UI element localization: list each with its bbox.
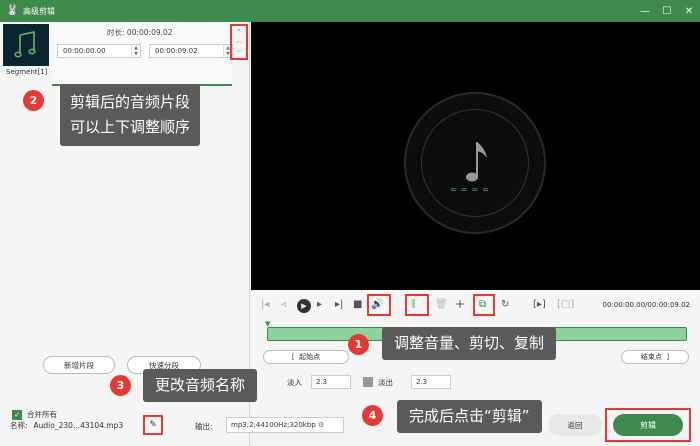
start-time-field[interactable]: 00:00:00.00 ▲ ▼: [57, 44, 141, 58]
minimize-icon[interactable]: —: [634, 0, 656, 22]
back-button[interactable]: 返回: [548, 414, 602, 436]
fade-out-label: 淡出: [378, 378, 393, 387]
step-forward-icon[interactable]: ▸: [317, 299, 322, 310]
annotation-badge-1: 1: [348, 334, 369, 355]
time-display: 00:00:00.00/00:00:09.02: [602, 301, 691, 309]
fade-in-label: 淡入: [287, 378, 302, 387]
name-value: Audio_230...43104.mp3: [33, 421, 124, 430]
end-point-button[interactable]: 结束点 ]: [621, 350, 689, 364]
copy-icon[interactable]: ⧉: [479, 299, 486, 310]
output-label: 输出:: [195, 422, 213, 431]
annotation-badge-3: 3: [110, 375, 131, 396]
skip-start-icon[interactable]: |◂: [261, 299, 269, 310]
output-format-field[interactable]: mp3;2;44100Hz;320kbp ⚙: [226, 417, 344, 433]
delete-segment-icon[interactable]: ✕: [236, 27, 241, 34]
reset-icon[interactable]: ↻: [501, 299, 509, 310]
move-down-icon[interactable]: ﹀: [236, 48, 242, 57]
stop-icon[interactable]: ■: [353, 299, 362, 310]
settings-icon[interactable]: ⚙: [318, 421, 324, 429]
title-bar: 🐰 高级剪辑 — ☐ ✕: [0, 0, 700, 22]
annotation-callout-4: 完成后点击“剪辑”: [397, 400, 542, 433]
preview-area: ====: [251, 22, 700, 290]
rabbit-icon: 🐰: [6, 5, 19, 16]
volume-icon[interactable]: 🔊: [371, 299, 383, 310]
start-time-spinner[interactable]: ▲ ▼: [131, 45, 140, 57]
music-note-icon: [466, 142, 487, 182]
segment-label: Segment[1]: [6, 68, 48, 76]
mark-in-icon[interactable]: [▸]: [533, 299, 546, 310]
merge-all-label: 合并所有: [27, 410, 57, 419]
annotation-callout-1: 调整音量、剪切、复制: [382, 327, 557, 360]
edit-button[interactable]: 剪辑: [613, 414, 683, 436]
duration-display: 时长: 00:00:09.02: [107, 28, 173, 37]
add-icon[interactable]: +: [455, 297, 465, 311]
music-note-icon: [14, 31, 36, 58]
move-up-icon[interactable]: ︿: [236, 36, 242, 45]
cut-highlight: [405, 294, 429, 316]
time-separator: -: [141, 47, 144, 55]
window-controls: — ☐ ✕: [634, 0, 700, 22]
mark-out-icon[interactable]: [□]: [557, 299, 574, 310]
delete-icon[interactable]: 🗑: [435, 299, 448, 310]
annotation-callout-2: 剪辑后的音频片段 可以上下调整顺序: [60, 84, 201, 146]
reorder-controls: ✕ ︿ ﹀: [230, 24, 248, 60]
start-point-button[interactable]: [ 起始点: [263, 350, 349, 364]
name-row: 名称: Audio_230...43104.mp3: [10, 420, 123, 431]
annotation-badge-2: 2: [23, 90, 44, 111]
play-icon[interactable]: ▶: [297, 299, 311, 313]
add-segment-button[interactable]: 新增片段: [43, 356, 115, 374]
close-icon[interactable]: ✕: [678, 0, 700, 22]
equalizer-bars: ====: [450, 185, 493, 194]
fade-out-checkbox[interactable]: [363, 377, 373, 387]
segment-thumbnail[interactable]: [3, 24, 49, 66]
step-back-icon[interactable]: ◃: [281, 299, 286, 310]
cut-icon[interactable]: ⫼: [411, 299, 416, 310]
segment-time-panel: 时长: 00:00:09.02 00:00:00.00 ▲ ▼ - 00:00:0…: [52, 22, 233, 86]
window-title: 高级剪辑: [23, 6, 55, 16]
end-time-field[interactable]: 00:00:09.02 ▲ ▼: [149, 44, 233, 58]
merge-all-checkbox[interactable]: ✓: [12, 410, 22, 420]
name-label: 名称:: [10, 421, 28, 430]
skip-end-icon[interactable]: ▸|: [335, 299, 343, 310]
fade-in-field[interactable]: 2.3: [311, 375, 351, 389]
annotation-callout-3: 更改音频名称: [143, 369, 258, 402]
fade-out-field[interactable]: 2.3: [411, 375, 451, 389]
annotation-badge-4: 4: [362, 405, 383, 426]
maximize-icon[interactable]: ☐: [656, 0, 678, 22]
rename-icon[interactable]: ✎: [143, 415, 163, 435]
